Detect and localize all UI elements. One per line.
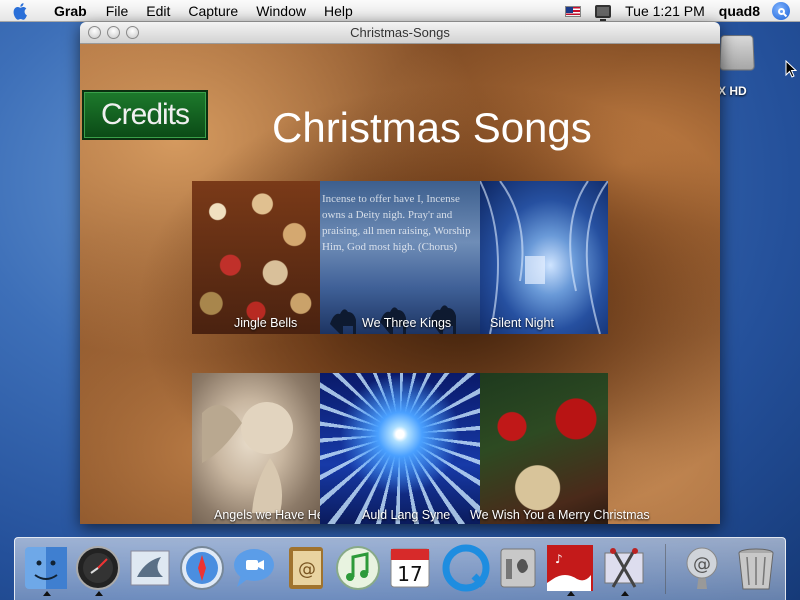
menu-user[interactable]: quad8 — [719, 3, 760, 19]
close-button[interactable] — [88, 26, 101, 39]
svg-text:♪: ♪ — [555, 552, 563, 566]
grab-icon[interactable] — [599, 543, 649, 596]
display-menu-icon[interactable] — [595, 4, 612, 21]
song-label: We Three Kings — [362, 316, 452, 330]
christmas-songs-icon[interactable]: ♪ — [545, 543, 595, 596]
song-tile-jingle-bells[interactable]: Jingle Bells — [192, 181, 320, 334]
menu-window[interactable]: Window — [247, 3, 315, 19]
menu-capture[interactable]: Capture — [179, 3, 247, 19]
svg-text:@: @ — [693, 554, 711, 575]
itunes-icon[interactable] — [333, 543, 383, 593]
spotlight-icon[interactable] — [772, 2, 790, 20]
three-kings-image: Incense to offer have I, Incense owns a … — [320, 181, 480, 334]
verse-text: Incense to offer have I, Incense owns a … — [322, 193, 471, 253]
silent-night-image — [480, 181, 608, 334]
minimize-button[interactable] — [107, 26, 120, 39]
finder-icon[interactable] — [21, 543, 71, 596]
credits-button[interactable]: Credits — [82, 90, 208, 140]
dashboard-icon[interactable] — [73, 543, 123, 596]
mail-icon[interactable] — [125, 543, 175, 593]
window-title: Christmas-Songs — [350, 25, 450, 40]
system-preferences-icon[interactable] — [493, 543, 543, 593]
song-label: We Wish You a Merry Christmas — [470, 508, 650, 522]
jingle-bells-image — [192, 181, 320, 334]
angel-statue-image — [192, 373, 320, 524]
hard-drive-label[interactable]: X HD — [718, 84, 747, 98]
ichat-icon[interactable] — [229, 543, 279, 593]
quicktime-icon[interactable] — [441, 543, 491, 593]
song-tile-merry-christmas[interactable]: We Wish You a Merry Christmas — [470, 373, 650, 524]
window-titlebar[interactable]: Christmas-Songs — [80, 22, 720, 44]
song-tile-silent-night[interactable]: Silent Night — [480, 181, 608, 334]
menu-edit[interactable]: Edit — [137, 3, 179, 19]
song-tile-auld-lang-syne[interactable]: Auld Lang Syne — [320, 373, 480, 524]
apple-menu-icon[interactable] — [0, 0, 40, 22]
menu-bar: Grab File Edit Capture Window Help Tue 1… — [0, 0, 800, 22]
menu-clock[interactable]: Tue 1:21 PM — [625, 3, 705, 19]
menu-app-name[interactable]: Grab — [40, 3, 97, 19]
internet-icon[interactable]: @ — [677, 543, 727, 593]
dock: @ 17 ♪ @ — [14, 537, 786, 600]
mouse-cursor-icon — [785, 60, 797, 78]
song-tile-angels[interactable]: Angels we Have Heard on High — [192, 373, 388, 524]
song-tile-we-three-kings[interactable]: Incense to offer have I, Incense owns a … — [320, 181, 480, 334]
menu-help[interactable]: Help — [315, 3, 362, 19]
address-book-icon[interactable]: @ — [281, 543, 331, 593]
ical-icon[interactable]: 17 — [385, 543, 435, 593]
trash-icon[interactable] — [731, 543, 781, 593]
svg-text:17: 17 — [397, 562, 422, 586]
fireworks-image — [320, 373, 480, 524]
dock-separator — [665, 544, 666, 594]
song-label: Auld Lang Syne — [362, 508, 451, 522]
zoom-button[interactable] — [126, 26, 139, 39]
input-menu-flag-icon[interactable] — [565, 5, 582, 17]
song-label: Jingle Bells — [234, 316, 298, 330]
app-window: Christmas-Songs Credits Christmas Songs … — [80, 22, 720, 524]
song-label: Silent Night — [490, 316, 554, 330]
window-content: Credits Christmas Songs Jingle Bells Inc… — [80, 44, 720, 524]
safari-icon[interactable] — [177, 543, 227, 593]
svg-text:@: @ — [298, 559, 316, 580]
menu-file[interactable]: File — [97, 3, 138, 19]
page-title: Christmas Songs — [272, 104, 592, 151]
ornaments-image — [480, 373, 608, 524]
